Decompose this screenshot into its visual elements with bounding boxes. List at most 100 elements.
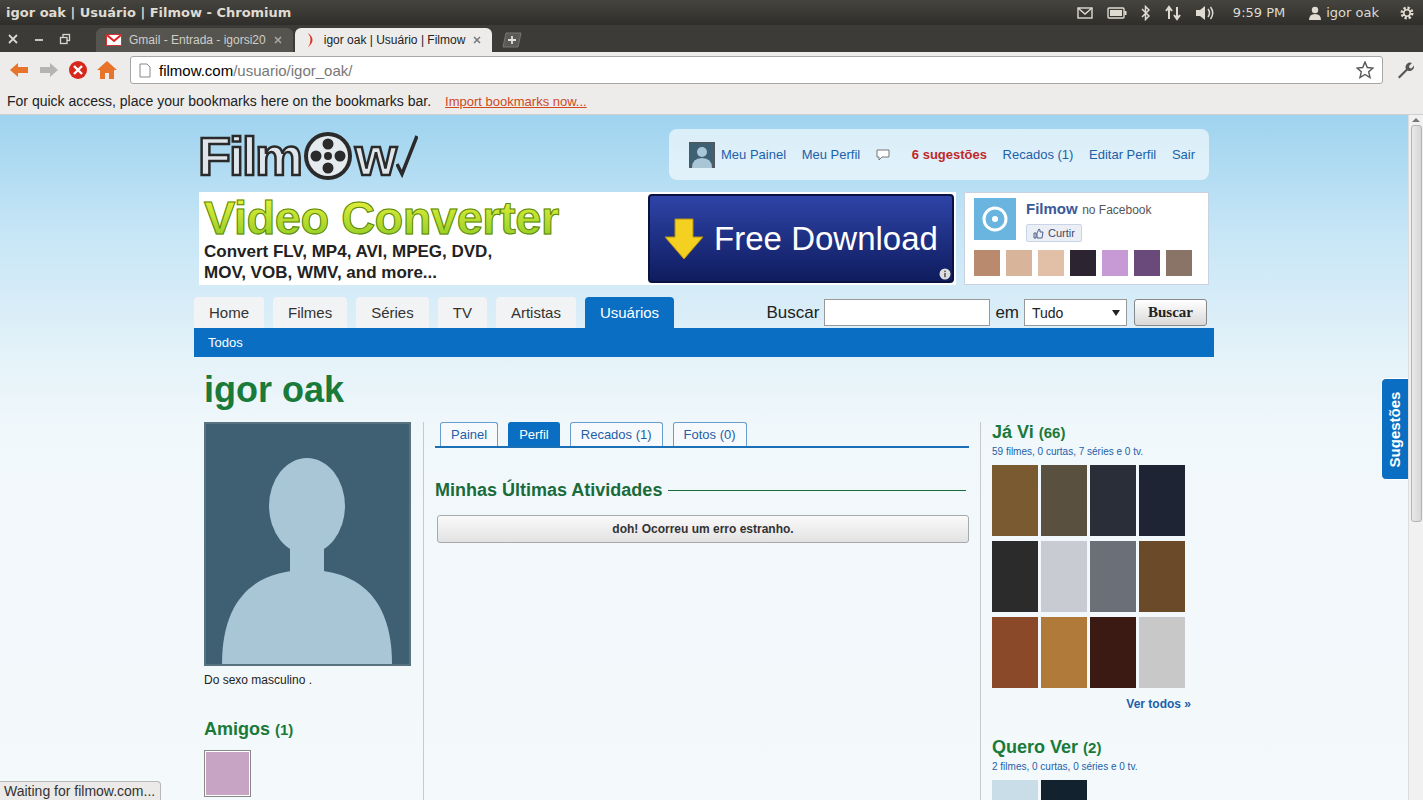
want-title[interactable]: Quero Ver (2) bbox=[992, 737, 1214, 758]
nav-tab[interactable]: Filmes bbox=[273, 297, 347, 328]
gender: Do sexo masculino . bbox=[204, 673, 411, 687]
mail-icon[interactable] bbox=[1077, 7, 1093, 19]
free-download-button[interactable]: Free Download bbox=[648, 194, 954, 283]
new-tab-icon[interactable] bbox=[500, 32, 522, 48]
user-name[interactable]: igor oak bbox=[1326, 5, 1379, 20]
fan-photo[interactable] bbox=[1102, 250, 1128, 276]
import-bookmarks-link[interactable]: Import bookmarks now... bbox=[445, 94, 587, 109]
profile-tab[interactable]: Perfil bbox=[508, 422, 560, 446]
avatar-icon bbox=[689, 142, 715, 168]
profile-sidebar: Do sexo masculino .Amigos (1) bbox=[194, 422, 423, 800]
forward-icon[interactable] bbox=[38, 61, 60, 79]
user-menu-label: Meu Perfil bbox=[802, 147, 861, 162]
profile-tab[interactable]: Fotos (0) bbox=[673, 422, 747, 446]
star-icon[interactable] bbox=[1356, 61, 1374, 79]
user-menu-label: Sair bbox=[1172, 147, 1195, 162]
wrench-icon[interactable] bbox=[1395, 60, 1415, 80]
silhouette-icon bbox=[206, 424, 409, 664]
gear-icon[interactable] bbox=[1399, 5, 1415, 21]
poster[interactable] bbox=[1139, 541, 1185, 612]
promo-row: Video ConverterConvert FLV, MP4, AVI, MP… bbox=[194, 192, 1214, 285]
fan-photo[interactable] bbox=[1134, 250, 1160, 276]
poster[interactable] bbox=[1139, 617, 1185, 688]
profile-avatar[interactable] bbox=[204, 422, 411, 666]
address-bar[interactable]: filmow.com/usuario/igor_oak/ bbox=[130, 56, 1383, 84]
facebook-header: Filmow no FacebookCurtir bbox=[974, 198, 1199, 242]
user-menu-link[interactable]: Meu Perfil bbox=[802, 147, 861, 162]
like-button[interactable]: Curtir bbox=[1026, 224, 1082, 242]
poster[interactable] bbox=[1041, 780, 1087, 800]
suggestions-tab[interactable]: Sugestões bbox=[1381, 378, 1408, 480]
fan-photo[interactable] bbox=[974, 250, 1000, 276]
user-menu-link[interactable]: Recados (1) bbox=[1003, 147, 1074, 162]
seen-title[interactable]: Já Vi (66) bbox=[992, 422, 1214, 443]
user-menu-link[interactable]: Meu Painel bbox=[689, 142, 786, 168]
bluetooth-icon[interactable] bbox=[1141, 5, 1151, 21]
minimize-icon[interactable] bbox=[32, 32, 46, 46]
poster[interactable] bbox=[992, 617, 1038, 688]
nav-tab[interactable]: Usuários bbox=[585, 297, 674, 328]
poster[interactable] bbox=[992, 780, 1038, 800]
tab-label: Gmail - Entrada - igorsi20 bbox=[129, 33, 266, 47]
poster[interactable] bbox=[1041, 541, 1087, 612]
filmow-logo[interactable]: Filmw bbox=[198, 128, 418, 183]
network-icon[interactable] bbox=[1165, 5, 1181, 21]
error-message: doh! Ocorreu um erro estranho. bbox=[437, 515, 969, 543]
nav-tab[interactable]: TV bbox=[438, 297, 487, 328]
seen-summary: 59 filmes, 0 curtas, 7 séries e 0 tv. bbox=[992, 446, 1214, 457]
browser-tab[interactable]: igor oak | Usuário | Filmow bbox=[295, 28, 493, 52]
poster[interactable] bbox=[1090, 617, 1136, 688]
poster[interactable] bbox=[992, 541, 1038, 612]
profile-tab[interactable]: Painel bbox=[440, 422, 498, 446]
nav-tab[interactable]: Home bbox=[194, 297, 264, 328]
clock[interactable]: 9:59 PM bbox=[1233, 5, 1285, 20]
ad-info-icon[interactable] bbox=[939, 268, 951, 280]
tab-close-icon[interactable] bbox=[273, 35, 283, 45]
poster[interactable] bbox=[992, 465, 1038, 536]
search-input[interactable] bbox=[824, 299, 990, 326]
scrollbar[interactable] bbox=[1408, 115, 1423, 800]
want-summary: 2 filmes, 0 curtas, 0 séries e 0 tv. bbox=[992, 761, 1214, 772]
fan-photo[interactable] bbox=[1166, 250, 1192, 276]
see-all-link[interactable]: Ver todos » bbox=[992, 697, 1191, 711]
poster[interactable] bbox=[1139, 465, 1185, 536]
nav-tab[interactable]: Artistas bbox=[496, 297, 576, 328]
profile-tab[interactable]: Recados (1) bbox=[570, 422, 663, 446]
poster[interactable] bbox=[1041, 617, 1087, 688]
scroll-thumb[interactable] bbox=[1411, 125, 1422, 522]
battery-icon[interactable] bbox=[1107, 7, 1127, 19]
profile-tabs: Painel Perfil Recados (1) Fotos (0) bbox=[435, 422, 969, 448]
home-icon[interactable] bbox=[96, 60, 118, 80]
user-icon[interactable] bbox=[1309, 6, 1321, 20]
facebook-page-name[interactable]: Filmow bbox=[1026, 200, 1078, 217]
friend-photo[interactable] bbox=[204, 750, 251, 797]
poster[interactable] bbox=[1041, 465, 1087, 536]
download-arrow-icon bbox=[664, 218, 704, 260]
browser-tab[interactable]: Gmail - Entrada - igorsi20 bbox=[96, 28, 293, 52]
fan-photo[interactable] bbox=[1070, 250, 1096, 276]
friends-count: (1) bbox=[275, 721, 293, 738]
volume-icon[interactable] bbox=[1195, 5, 1215, 21]
nav-tab[interactable]: Séries bbox=[356, 297, 429, 328]
back-icon[interactable] bbox=[8, 61, 30, 79]
stop-icon[interactable] bbox=[68, 60, 88, 80]
logo-text-start: Film bbox=[198, 129, 301, 183]
facebook-info: Filmow no FacebookCurtir bbox=[1026, 198, 1152, 242]
search-button[interactable]: Buscar bbox=[1134, 299, 1207, 326]
sub-nav-link[interactable]: Todos bbox=[208, 335, 243, 350]
tab-close-icon[interactable] bbox=[472, 35, 482, 45]
restore-icon[interactable] bbox=[58, 32, 72, 46]
poster[interactable] bbox=[1090, 465, 1136, 536]
fan-photo[interactable] bbox=[1006, 250, 1032, 276]
scroll-up-icon[interactable] bbox=[1409, 115, 1423, 125]
ad-banner[interactable]: Video ConverterConvert FLV, MP4, AVI, MP… bbox=[199, 192, 956, 285]
search-scope-select[interactable]: Tudo bbox=[1024, 299, 1127, 326]
close-window-icon[interactable] bbox=[6, 32, 20, 46]
poster[interactable] bbox=[1090, 541, 1136, 612]
user-menu-link[interactable]: Sair bbox=[1172, 147, 1195, 162]
filmow-square-logo-icon[interactable] bbox=[974, 198, 1016, 240]
search-scope-value: Tudo bbox=[1032, 305, 1063, 321]
user-menu-link[interactable]: 6 sugestões bbox=[876, 147, 987, 162]
user-menu-link[interactable]: Editar Perfil bbox=[1089, 147, 1156, 162]
fan-photo[interactable] bbox=[1038, 250, 1064, 276]
